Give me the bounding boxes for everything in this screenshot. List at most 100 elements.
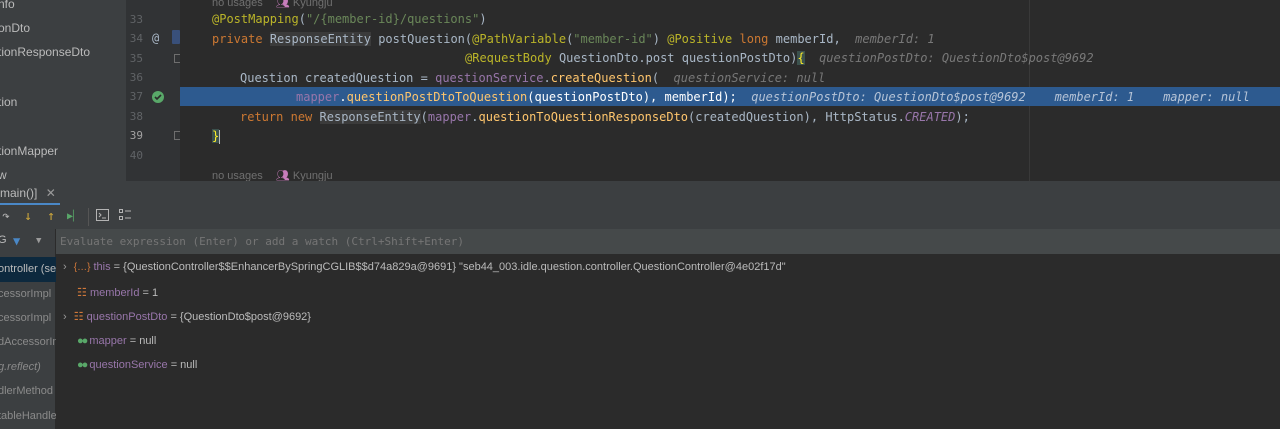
- spring-mapping-icon[interactable]: @: [152, 31, 159, 45]
- debug-toolbar: [0, 205, 1280, 229]
- author-icon: 👥︎: [275, 0, 290, 9]
- object-icon: {…}: [73, 262, 91, 273]
- code-line-39[interactable]: }: [212, 129, 221, 144]
- code-line-38[interactable]: return new ResponseEntity(mapper.questio…: [240, 110, 970, 124]
- brace-match: }: [212, 129, 220, 143]
- stack-frame[interactable]: g.reflect): [0, 355, 56, 380]
- method-call: questionToQuestionResponseDto: [478, 110, 689, 124]
- inline-value-hint: memberId: 1: [855, 32, 935, 46]
- stack-frame[interactable]: cessorImpl: [0, 282, 56, 307]
- keyword: long: [739, 32, 769, 46]
- local-variable: createdQuestion: [305, 71, 414, 85]
- line-number: 37: [129, 90, 143, 103]
- annotation: @RequestBody: [465, 51, 552, 65]
- tree-item[interactable]: nfo: [0, 0, 15, 11]
- evaluate-bar: [56, 229, 1280, 254]
- field-ref: mapper: [427, 110, 472, 124]
- argument: questionPostDto: [534, 90, 643, 104]
- string-literal: "member-id": [573, 32, 653, 46]
- debug-tool-header: [0, 181, 1280, 206]
- keyword: return: [240, 110, 284, 124]
- tree-item[interactable]: w: [0, 168, 7, 181]
- line-number: 40: [129, 149, 143, 162]
- variable-row[interactable]: › ☷ questionPostDto = {QuestionDto$post@…: [63, 310, 311, 323]
- inline-value-hint: mapper: null: [1163, 90, 1250, 104]
- inline-value-hint: memberId: 1: [1054, 90, 1135, 104]
- thread-selector[interactable]: G: [0, 234, 7, 246]
- close-icon[interactable]: ✕: [46, 186, 56, 200]
- step-into-icon[interactable]: ↓: [20, 209, 36, 225]
- variable-row[interactable]: ●● mapper = null: [77, 335, 156, 347]
- breakpoint-check-icon[interactable]: [152, 91, 164, 103]
- line-number: 34: [129, 32, 143, 45]
- variable-name: memberId: [89, 287, 140, 299]
- parameter: questionPostDto: [681, 51, 791, 65]
- type-name: QuestionDto.post: [558, 51, 675, 65]
- watch-icon: ●●: [77, 359, 88, 371]
- fold-marker-icon[interactable]: [172, 30, 180, 44]
- annotation: @Positive: [667, 32, 733, 46]
- variable-value: = {QuestionDto$post@9692}: [170, 311, 311, 323]
- annotation: @PathVariable: [472, 32, 567, 46]
- evaluate-expression-icon[interactable]: [94, 209, 110, 225]
- stack-frame[interactable]: ontroller (se: [0, 257, 56, 282]
- expand-arrow-icon[interactable]: ›: [63, 311, 67, 323]
- line-number: 36: [129, 71, 143, 84]
- stack-frame[interactable]: dlerMethod: [0, 379, 56, 404]
- variable-row[interactable]: ☷ memberId = 1: [77, 286, 158, 299]
- type-name: HttpStatus: [825, 110, 898, 124]
- line-number: 39: [129, 129, 143, 142]
- variable-name: questionService: [89, 359, 168, 371]
- expand-arrow-icon[interactable]: ›: [63, 261, 67, 273]
- code-line-37[interactable]: mapper.questionPostDtoToQuestion(questio…: [296, 90, 1250, 104]
- debug-session-label: main()]: [0, 186, 38, 200]
- frames-list-icon[interactable]: [117, 209, 133, 225]
- run-to-cursor-icon[interactable]: ▶▏: [65, 209, 81, 225]
- debug-session-tab[interactable]: main()] ✕: [0, 181, 56, 205]
- step-out-icon[interactable]: ↑: [43, 209, 59, 225]
- step-over-icon[interactable]: ↷: [0, 209, 14, 225]
- brace-match: {: [797, 51, 805, 65]
- stack-frame[interactable]: dAccessorIm: [0, 330, 56, 355]
- watch-icon: ●●: [77, 335, 88, 347]
- variable-row[interactable]: ●● questionService = null: [77, 359, 197, 371]
- variables-panel: [56, 254, 1280, 429]
- stack-frame[interactable]: cessorImpl: [0, 306, 56, 331]
- variable-value: = {QuestionController$$EnhancerBySpringC…: [113, 261, 786, 273]
- usage-count: no usages: [212, 0, 263, 9]
- method-call: questionPostDtoToQuestion: [346, 90, 528, 104]
- code-line-34[interactable]: private ResponseEntity postQuestion(@Pat…: [212, 32, 935, 46]
- annotation: @PostMapping: [212, 12, 299, 26]
- toolbar-separator: [88, 208, 89, 226]
- inline-value-hint: questionPostDto: QuestionDto$post@9692: [751, 90, 1026, 104]
- line-number: 38: [129, 110, 143, 123]
- line-number: 33: [129, 13, 143, 26]
- inline-value-hint: questionService: null: [673, 71, 826, 85]
- type-name: ResponseEntity: [319, 110, 421, 124]
- inline-value-hint: questionPostDto: QuestionDto$post@9692: [819, 51, 1094, 65]
- code-line-35[interactable]: @RequestBody QuestionDto.post questionPo…: [465, 51, 1094, 65]
- evaluate-expression-input[interactable]: [60, 229, 1260, 254]
- variable-row[interactable]: › {…} this = {QuestionController$$Enhanc…: [63, 261, 786, 273]
- field-ref: questionService: [435, 71, 544, 85]
- method-call: createQuestion: [550, 71, 652, 85]
- stack-frame[interactable]: tableHandle: [0, 404, 56, 429]
- type-name: Question: [240, 71, 298, 85]
- keyword: new: [290, 110, 313, 124]
- argument: memberId: [664, 90, 723, 104]
- code-line-36[interactable]: Question createdQuestion = questionServi…: [240, 71, 825, 85]
- usage-hint[interactable]: no usages 👥︎ Kyungju: [212, 0, 333, 9]
- code-line-33[interactable]: @PostMapping("/{member-id}/questions"): [212, 12, 487, 26]
- chevron-down-icon[interactable]: ▼: [36, 236, 41, 246]
- string-literal: "/{member-id}/questions": [305, 12, 480, 26]
- filter-icon[interactable]: ▼: [13, 234, 20, 248]
- keyword: private: [212, 32, 263, 46]
- variable-name: mapper: [89, 335, 127, 347]
- variable-value: = null: [129, 335, 157, 347]
- enum-constant: CREATED: [904, 110, 956, 124]
- type-name: ResponseEntity: [269, 32, 371, 46]
- method-name: postQuestion: [378, 32, 465, 46]
- argument: createdQuestion: [695, 110, 804, 124]
- variable-name: this: [93, 261, 111, 273]
- variable-name: questionPostDto: [86, 311, 168, 323]
